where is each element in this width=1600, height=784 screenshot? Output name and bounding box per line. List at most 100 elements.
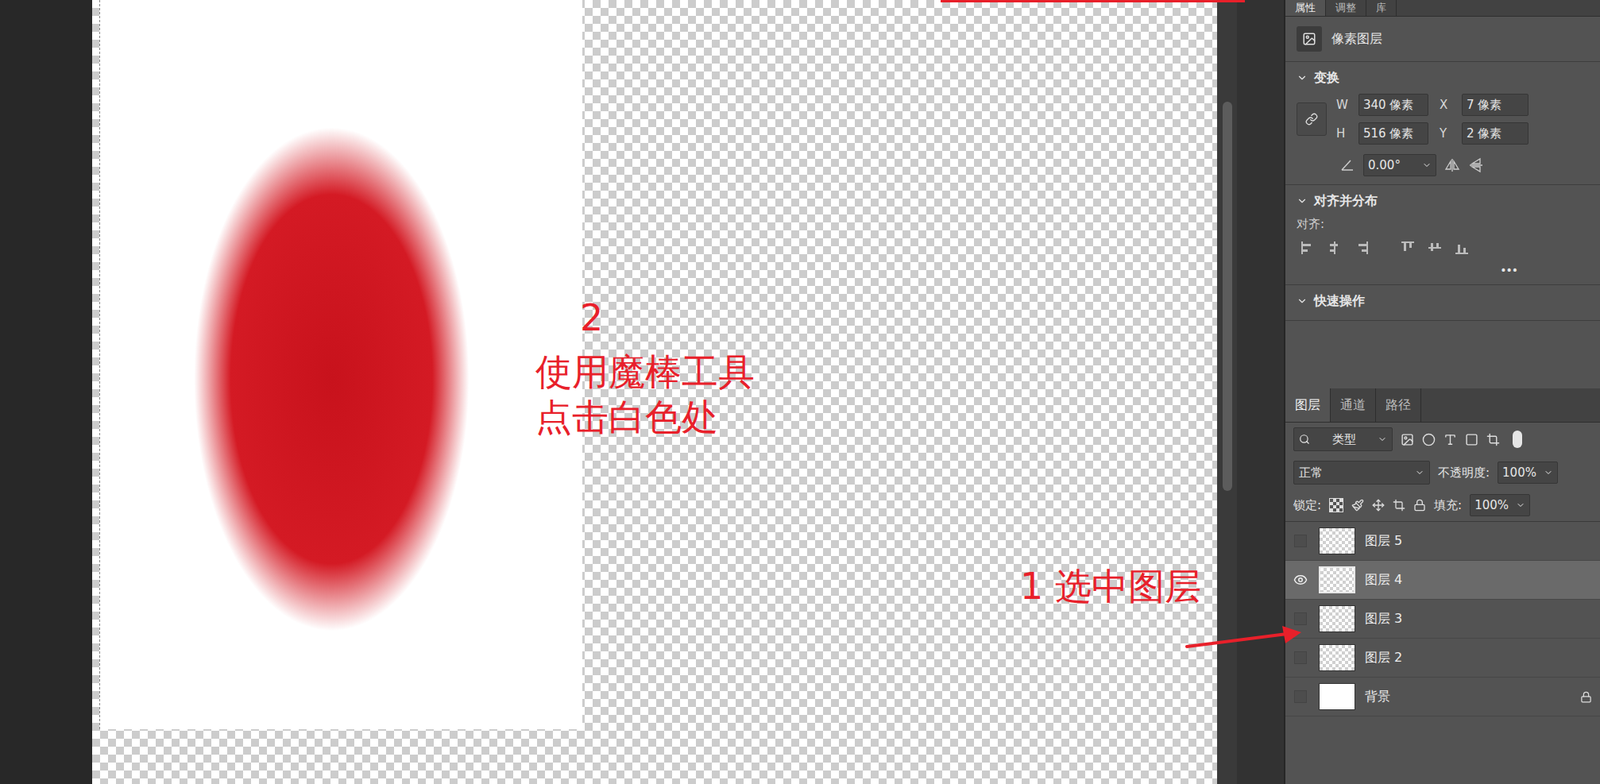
transform-fields: W340 像素X7 像素 H516 像素Y2 像素 <box>1296 93 1589 145</box>
layer-list: 图层 5 图层 4 图层 3 图层 2 背景 <box>1285 521 1600 717</box>
align-icon[interactable] <box>1353 239 1370 256</box>
lock-label: 锁定: <box>1293 498 1322 514</box>
align-label: 对齐: <box>1296 216 1589 232</box>
fill-label: 填充: <box>1433 498 1462 514</box>
layers-tab[interactable]: 通道 <box>1330 388 1376 422</box>
layer-row[interactable]: 图层 4 <box>1285 560 1600 600</box>
layers-tab[interactable]: 路径 <box>1375 388 1422 422</box>
chevron-icon <box>1296 72 1308 84</box>
chevron-icon <box>1422 160 1432 171</box>
type-filter-icon[interactable] <box>1443 432 1458 447</box>
layer-name[interactable]: 图层 5 <box>1364 533 1593 550</box>
annotation-step-one: 1 选中图层 <box>1020 564 1202 611</box>
search-icon <box>1298 433 1311 445</box>
shape-filter-icon[interactable] <box>1464 432 1479 447</box>
opacity-input[interactable]: 100% <box>1497 461 1558 484</box>
layer-row[interactable]: 图层 2 <box>1285 638 1600 678</box>
left-strip <box>0 0 93 784</box>
align-icon[interactable] <box>1426 239 1443 256</box>
annotation-step-two: 2使用魔棒工具点击白色处 <box>535 295 755 441</box>
lock-icon[interactable] <box>1580 691 1593 704</box>
field-row: H516 像素Y2 像素 <box>1336 122 1529 145</box>
angle-row: 0.00° <box>1296 154 1589 177</box>
annotation-line <box>940 0 1245 3</box>
visibility-toggle[interactable] <box>1291 649 1310 667</box>
panel-gap <box>1236 0 1286 784</box>
field-input[interactable]: 516 像素 <box>1358 122 1429 145</box>
flip-horizontal-icon[interactable] <box>1444 157 1461 174</box>
scrollbar[interactable] <box>1217 0 1237 784</box>
flip-vertical-icon[interactable] <box>1468 157 1485 174</box>
field-row: W340 像素X7 像素 <box>1336 93 1529 116</box>
pixel-layer-icon <box>1296 26 1322 52</box>
hidden-box[interactable] <box>1294 651 1307 665</box>
field-input[interactable]: 340 像素 <box>1358 93 1429 116</box>
eye-icon[interactable] <box>1293 572 1308 588</box>
layer-name[interactable]: 图层 4 <box>1364 571 1593 589</box>
lock-artboard-icon[interactable] <box>1392 498 1406 512</box>
filter-row: 类型 <box>1285 422 1600 457</box>
adjustment-filter-icon[interactable] <box>1422 432 1436 447</box>
layers-tabs: 图层通道路径 <box>1285 388 1600 423</box>
photoshop-window: 属性调整库像素图层变换 W340 像素X7 像素 H516 像素Y2 像素 0.00°… <box>0 0 1600 784</box>
layer-row[interactable]: 图层 5 <box>1285 521 1600 561</box>
more-button[interactable]: ••• <box>1499 263 1518 277</box>
layer-thumbnail <box>1318 527 1356 555</box>
lock-transparency-icon[interactable] <box>1329 498 1344 513</box>
smart-object-filter-icon[interactable] <box>1486 432 1500 447</box>
angle-input[interactable]: 0.00° <box>1363 154 1437 177</box>
layer-thumbnail <box>1318 605 1356 633</box>
section-header[interactable]: 对齐并分布 <box>1296 189 1589 213</box>
align-icon[interactable] <box>1453 239 1470 256</box>
align-icon[interactable] <box>1399 239 1416 256</box>
properties-tab[interactable]: 调整 <box>1325 0 1367 16</box>
layer-name[interactable]: 背景 <box>1364 688 1571 706</box>
filter-dropdown[interactable]: 类型 <box>1293 427 1393 452</box>
layer-thumbnail <box>1318 566 1356 594</box>
visibility-toggle[interactable] <box>1291 571 1310 589</box>
visibility-toggle[interactable] <box>1291 532 1310 550</box>
lock-position-icon[interactable] <box>1371 498 1385 512</box>
properties-tab[interactable]: 库 <box>1366 0 1397 16</box>
chevron-icon <box>1515 500 1526 511</box>
blend-dropdown[interactable]: 正常 <box>1293 460 1430 485</box>
layer-thumbnail <box>1318 683 1356 711</box>
blend-row: 正常不透明度: 100% <box>1285 456 1600 490</box>
section-header[interactable]: 快速操作 <box>1296 289 1589 313</box>
scrollbar-thumb[interactable] <box>1222 101 1233 491</box>
fill-input[interactable]: 100% <box>1469 494 1531 517</box>
field-input[interactable]: 7 像素 <box>1461 93 1529 116</box>
chevron-icon <box>1377 434 1388 445</box>
visibility-toggle[interactable] <box>1291 610 1310 628</box>
chevron-icon <box>1296 195 1308 207</box>
link-icon[interactable] <box>1296 102 1327 136</box>
properties-tab[interactable]: 属性 <box>1285 0 1326 16</box>
field-input[interactable]: 2 像素 <box>1461 122 1529 145</box>
hidden-box[interactable] <box>1294 690 1307 704</box>
hidden-box[interactable] <box>1294 612 1307 626</box>
layer-kind-row: 像素图层 <box>1285 16 1600 62</box>
layer-row[interactable]: 背景 <box>1285 677 1600 717</box>
section-header[interactable]: 变换 <box>1296 66 1589 89</box>
layer-kind: 像素图层 <box>1331 30 1383 48</box>
lock-all-icon[interactable] <box>1413 498 1427 512</box>
opacity-label: 不透明度: <box>1437 465 1490 481</box>
lock-pixels-icon[interactable] <box>1351 498 1365 512</box>
layer-row[interactable]: 图层 3 <box>1285 599 1600 639</box>
chevron-icon <box>1543 467 1554 478</box>
properties-tabs: 属性调整库 <box>1285 0 1600 17</box>
pixel-filter-icon[interactable] <box>1400 432 1415 447</box>
photo[interactable] <box>99 0 583 730</box>
chevron-icon <box>1414 467 1425 478</box>
layer-name[interactable]: 图层 3 <box>1364 610 1593 628</box>
hidden-box[interactable] <box>1294 534 1307 548</box>
align-icon[interactable] <box>1299 239 1316 256</box>
transform-section: 变换 W340 像素X7 像素 H516 像素Y2 像素 0.00° <box>1285 61 1600 186</box>
align-icon[interactable] <box>1326 239 1343 256</box>
layer-name[interactable]: 图层 2 <box>1364 649 1593 667</box>
align-buttons <box>1296 236 1589 259</box>
lock-row: 锁定: 填充: 100% <box>1285 489 1600 522</box>
layers-tab[interactable]: 图层 <box>1285 388 1331 422</box>
filter-toggle[interactable] <box>1512 430 1523 449</box>
visibility-toggle[interactable] <box>1291 687 1310 706</box>
